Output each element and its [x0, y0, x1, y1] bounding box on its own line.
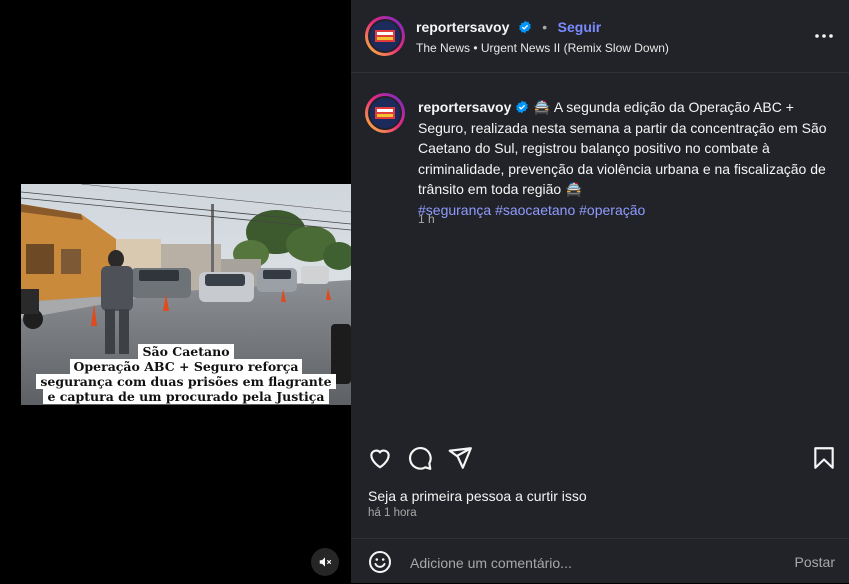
action-bar — [351, 440, 849, 474]
more-options-icon[interactable] — [813, 26, 835, 46]
post-date[interactable]: há 1 hora — [368, 507, 417, 519]
separator-dot: • — [542, 19, 548, 35]
caption-username-link[interactable]: reportersavoy — [418, 99, 511, 115]
verified-badge-icon — [519, 20, 531, 34]
hashtag-link[interactable]: #operação — [579, 202, 645, 218]
news-overlay-text: São Caetano Operação ABC + Seguro reforç… — [21, 344, 351, 404]
username-link[interactable]: reportersavoy — [416, 19, 509, 35]
post-header: reportersavoy • Seguir The News • Urgent… — [351, 0, 849, 73]
audio-track-link[interactable]: The News • Urgent News II (Remix Slow Do… — [416, 41, 669, 55]
post-caption: reportersavoy 🚔 A segunda edição da Oper… — [418, 97, 838, 220]
caption-avatar[interactable] — [365, 93, 405, 133]
post-comment-button[interactable]: Postar — [795, 554, 835, 570]
likes-summary[interactable]: Seja a primeira pessoa a curtir isso — [368, 488, 587, 504]
follow-button[interactable]: Seguir — [558, 19, 602, 35]
post-details-panel: reportersavoy • Seguir The News • Urgent… — [351, 0, 849, 583]
avatar[interactable] — [365, 16, 405, 56]
bookmark-icon[interactable] — [811, 445, 837, 471]
comment-input[interactable] — [408, 549, 792, 577]
overlay-line: São Caetano — [138, 344, 234, 359]
caption-timestamp[interactable]: 1 h — [418, 212, 435, 226]
emoji-icon[interactable] — [368, 550, 392, 574]
post-photo[interactable]: São Caetano Operação ABC + Seguro reforç… — [21, 184, 351, 405]
hashtag-link[interactable]: #saocaetano — [495, 202, 575, 218]
heart-icon[interactable] — [367, 445, 393, 471]
overlay-line: Operação ABC + Seguro reforça — [69, 359, 303, 374]
overlay-line: e captura de um procurado pela Justiça — [43, 389, 329, 404]
verified-badge-icon — [516, 100, 529, 114]
hashtag-list: #segurança #saocaetano #operação — [418, 200, 838, 221]
overlay-line: segurança com duas prisões em flagrante — [36, 374, 336, 389]
profile-picture — [370, 98, 400, 128]
media-viewer: São Caetano Operação ABC + Seguro reforç… — [0, 0, 351, 583]
muted-speaker-icon — [319, 557, 332, 567]
share-icon[interactable] — [447, 445, 473, 471]
mute-toggle-button[interactable] — [311, 548, 339, 576]
comment-icon[interactable] — [407, 445, 433, 471]
profile-picture — [370, 21, 400, 51]
comment-form: Postar — [351, 538, 849, 584]
